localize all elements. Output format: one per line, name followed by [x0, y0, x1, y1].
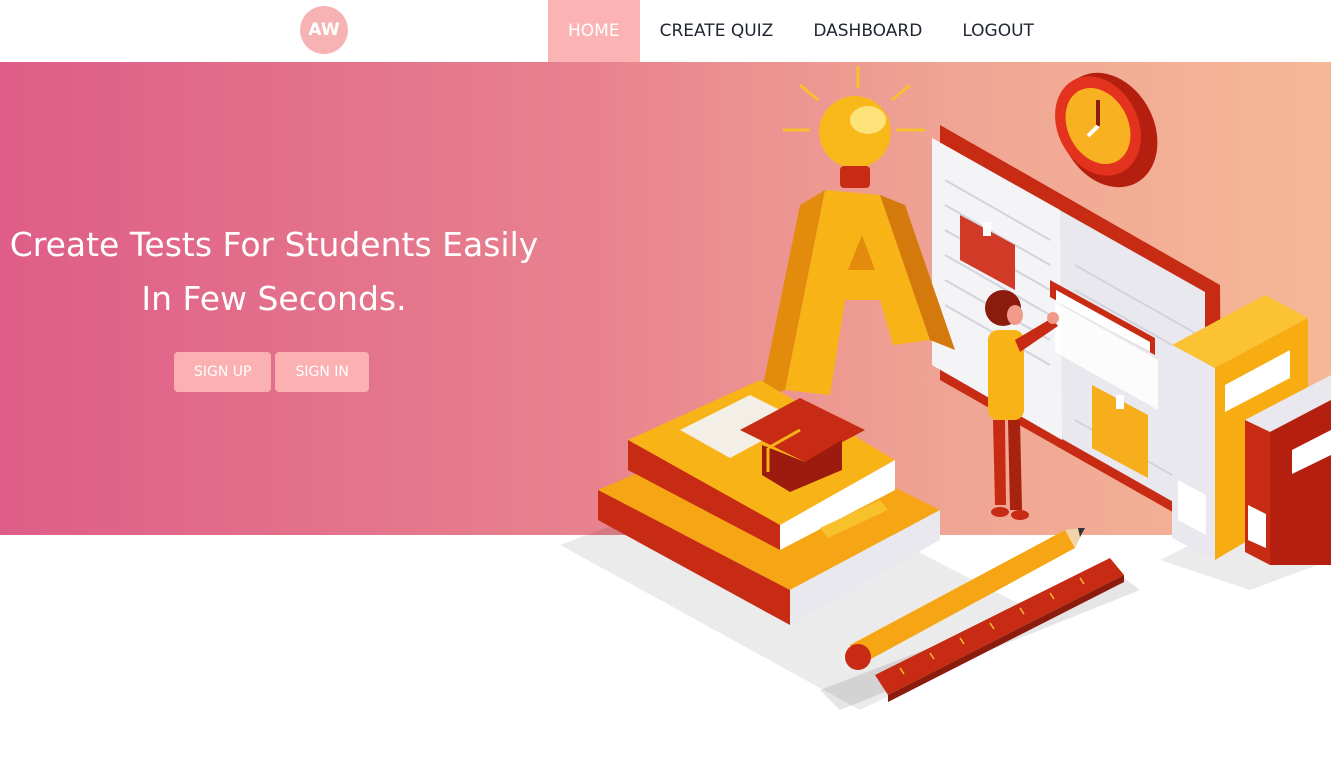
- binders: [1172, 295, 1331, 565]
- nav-logout[interactable]: LOGOUT: [942, 0, 1054, 62]
- sign-up-button[interactable]: SIGN UP: [174, 352, 272, 392]
- hero-buttons: SIGN UP SIGN IN: [174, 352, 369, 392]
- sign-in-button[interactable]: SIGN IN: [275, 352, 369, 392]
- lightbulb-icon: [783, 66, 925, 188]
- education-illustration: [560, 66, 1331, 710]
- nav-home[interactable]: HOME: [548, 0, 640, 62]
- nav-dashboard[interactable]: DASHBOARD: [793, 0, 942, 62]
- hero-headline: Create Tests For Students Easily In Few …: [0, 218, 548, 326]
- headline-line-1: Create Tests For Students Easily: [9, 225, 539, 264]
- letter-a-block: [760, 190, 955, 400]
- clock-icon: [1055, 72, 1158, 188]
- headline-line-2: In Few Seconds.: [141, 279, 407, 318]
- nav-links: HOME CREATE QUIZ DASHBOARD LOGOUT: [548, 0, 1054, 62]
- nav-create-quiz[interactable]: CREATE QUIZ: [640, 0, 794, 62]
- top-navbar: AW HOME CREATE QUIZ DASHBOARD LOGOUT: [0, 0, 1331, 62]
- logo-avatar[interactable]: AW: [300, 6, 348, 54]
